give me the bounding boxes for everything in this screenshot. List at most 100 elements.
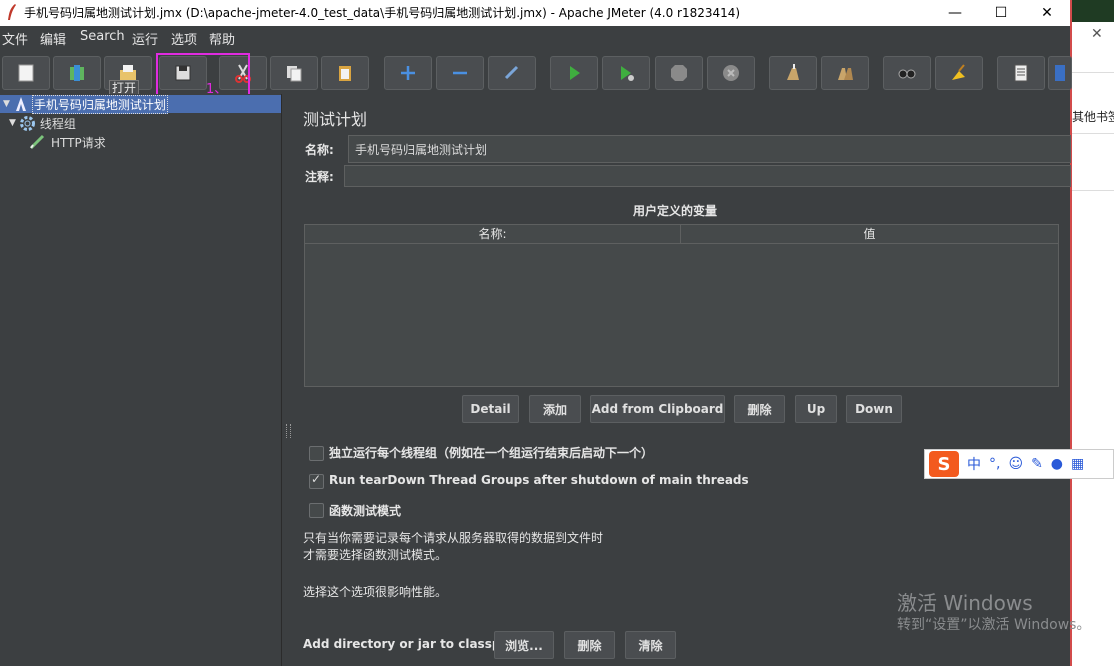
toolbox-icon[interactable]: ▦ (1071, 456, 1084, 472)
menu-options[interactable]: 选项 (171, 29, 197, 48)
test-plan-tree: ▼ 手机号码归属地测试计划 ▼ 线程组 HTTP请求 (0, 94, 281, 666)
close-button[interactable]: ✕ (1024, 0, 1070, 26)
start-no-pause-button[interactable] (602, 56, 650, 90)
add-from-clipboard-button[interactable]: Add from Clipboard (590, 395, 725, 423)
reset-search-icon (952, 64, 965, 80)
activation-watermark-hint: 转到“设置”以激活 Windows。 (897, 617, 1091, 633)
split-pane-divider[interactable] (281, 94, 293, 666)
clear-button[interactable] (769, 56, 817, 90)
classpath-label: Add directory or jar to classpath (303, 637, 523, 651)
browser-tab-strip (1072, 0, 1114, 22)
functional-note-line2: 才需要选择函数测试模式。 (303, 548, 448, 562)
jmeter-feather-icon (8, 4, 16, 20)
shutdown-icon (723, 65, 739, 81)
splitter-grip-icon (286, 424, 291, 438)
functional-mode-label: 函数测试模式 (329, 504, 402, 518)
test-plan-panel: 测试计划 名称: 手机号码归属地测试计划 注释: 用户定义的变量 名称: 值 D… (293, 94, 1071, 666)
user-variables-table[interactable]: 名称: 值 (304, 224, 1059, 387)
user-variables-title: 用户定义的变量 (633, 204, 718, 218)
tree-item-label: HTTP请求 (51, 135, 106, 150)
paste-icon (339, 66, 351, 81)
other-bookmarks-link[interactable]: 其他书签 (1072, 108, 1114, 125)
divider (1072, 133, 1114, 134)
comment-label: 注释: (305, 170, 334, 184)
column-header-name[interactable]: 名称: (305, 225, 681, 243)
add-button[interactable]: 添加 (529, 395, 581, 423)
comment-input[interactable] (344, 165, 1071, 187)
menu-edit[interactable]: 编辑 (40, 29, 66, 48)
ime-punctuation[interactable]: °, (989, 456, 1000, 472)
collapse-icon (453, 71, 467, 75)
minimize-button[interactable]: — (932, 0, 978, 26)
serial-thread-groups-checkbox[interactable] (309, 446, 324, 461)
clear-all-button[interactable] (821, 56, 869, 90)
expand-arrow-icon[interactable]: ▼ (3, 99, 10, 109)
classpath-clear-button[interactable]: 清除 (625, 631, 676, 659)
down-button[interactable]: Down (846, 395, 902, 423)
expand-icon (401, 66, 415, 80)
help-button[interactable] (1048, 56, 1072, 90)
ime-chinese-mode[interactable]: 中 (967, 454, 981, 474)
toggle-button[interactable] (488, 56, 536, 90)
paste-button[interactable] (321, 56, 369, 90)
emoji-icon[interactable]: ☺ (1008, 456, 1023, 472)
ime-toolbar[interactable]: S 中 °, ☺ ✎ ● ▦ (924, 449, 1114, 479)
clear-icon (787, 64, 799, 80)
expand-arrow-icon[interactable]: ▼ (9, 118, 16, 128)
table-header: 名称: 值 (305, 225, 1058, 244)
window-title: 手机号码归属地测试计划.jmx (D:\apache-jmeter-4.0_te… (24, 6, 741, 20)
menu-search[interactable]: Search (80, 29, 125, 44)
help-icon (1055, 65, 1065, 81)
menu-file[interactable]: 文件 (2, 29, 28, 48)
menu-run[interactable]: 运行 (132, 29, 158, 48)
start-button[interactable] (550, 56, 598, 90)
column-header-value[interactable]: 值 (681, 225, 1058, 243)
mic-icon[interactable]: ● (1051, 456, 1063, 472)
activation-watermark-title: 激活 Windows (897, 591, 1033, 615)
expand-all-button[interactable] (384, 56, 432, 90)
collapse-all-button[interactable] (436, 56, 484, 90)
teardown-label: Run tearDown Thread Groups after shutdow… (329, 473, 749, 487)
search-button[interactable] (883, 56, 931, 90)
copy-button[interactable] (270, 56, 318, 90)
start-no-pause-icon (621, 66, 634, 81)
tree-item-test-plan[interactable]: ▼ 手机号码归属地测试计划 (0, 94, 281, 114)
templates-button[interactable] (53, 56, 101, 90)
templates-icon (70, 65, 84, 81)
background-browser-window: ✕ 其他书签 (1070, 0, 1114, 666)
browser-close-icon[interactable]: ✕ (1091, 26, 1103, 42)
maximize-button[interactable]: ☐ (978, 0, 1024, 26)
panel-title: 测试计划 (303, 110, 368, 129)
search-icon (898, 69, 916, 79)
divider (1072, 72, 1114, 73)
tree-item-http-request[interactable]: HTTP请求 (0, 133, 106, 151)
delete-button[interactable]: 删除 (734, 395, 785, 423)
shutdown-button[interactable] (707, 56, 755, 90)
browse-button[interactable]: 浏览... (494, 631, 554, 659)
stop-button[interactable] (655, 56, 703, 90)
up-button[interactable]: Up (795, 395, 837, 423)
function-helper-button[interactable] (997, 56, 1045, 90)
title-bar: 手机号码归属地测试计划.jmx (D:\apache-jmeter-4.0_te… (0, 0, 1070, 26)
divider (1072, 190, 1114, 191)
copy-icon (287, 66, 302, 82)
functional-note-line1: 只有当你需要记录每个请求从服务器取得的数据到文件时 (303, 531, 604, 545)
new-button[interactable] (2, 56, 50, 90)
menu-help[interactable]: 帮助 (209, 29, 235, 48)
reset-search-button[interactable] (935, 56, 983, 90)
functional-mode-checkbox[interactable] (309, 503, 324, 518)
tree-item-thread-group[interactable]: ▼ 线程组 (0, 114, 76, 132)
teardown-checkbox[interactable] (309, 472, 324, 489)
detail-button[interactable]: Detail (462, 395, 519, 423)
start-icon (570, 66, 580, 80)
function-helper-icon (1014, 64, 1028, 82)
performance-note: 选择这个选项很影响性能。 (303, 585, 448, 599)
name-label: 名称: (305, 143, 334, 157)
sogou-logo-icon[interactable]: S (929, 451, 959, 477)
name-input[interactable]: 手机号码归属地测试计划 (348, 135, 1071, 163)
serial-thread-groups-label: 独立运行每个线程组（例如在一个组运行结束后启动下一个） (329, 446, 654, 460)
stop-icon (671, 65, 687, 81)
menu-bar: 文件 编辑 Search 运行 选项 帮助 (0, 26, 1070, 48)
skin-icon[interactable]: ✎ (1031, 456, 1043, 472)
classpath-delete-button[interactable]: 删除 (564, 631, 615, 659)
